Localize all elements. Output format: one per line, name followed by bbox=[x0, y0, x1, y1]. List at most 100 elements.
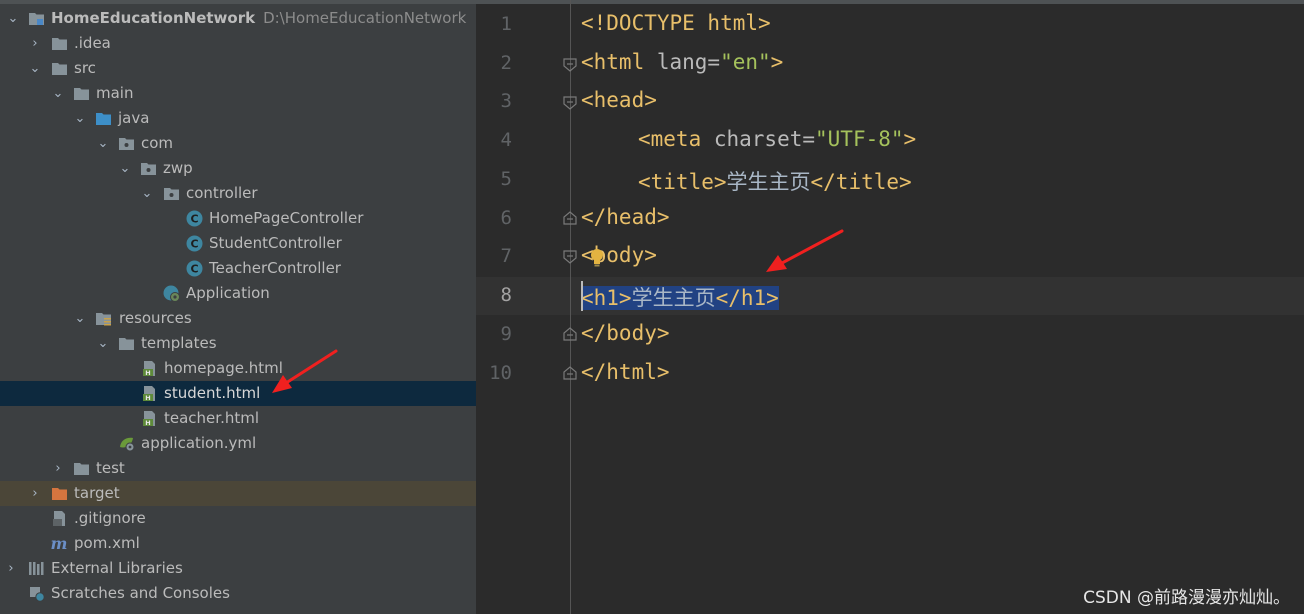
tree-item-homepage-controller[interactable]: C HomePageController bbox=[0, 206, 476, 231]
tree-item-main[interactable]: ⌄ main bbox=[0, 81, 476, 106]
chevron-down-icon[interactable]: ⌄ bbox=[96, 131, 110, 156]
chevron-down-icon[interactable]: ⌄ bbox=[51, 81, 65, 106]
doctype-tag: <!DOCTYPE html> bbox=[581, 11, 771, 35]
java-class-icon: C bbox=[186, 260, 203, 277]
tree-item-src[interactable]: ⌄ src bbox=[0, 56, 476, 81]
line-number: 7 bbox=[500, 245, 512, 267]
chevron-down-icon[interactable]: ⌄ bbox=[140, 181, 154, 206]
watermark: CSDN @前路漫漫亦灿灿。 bbox=[1083, 588, 1290, 608]
tree-item-scratches[interactable]: Scratches and Consoles bbox=[0, 581, 476, 606]
tree-label: External Libraries bbox=[51, 559, 183, 577]
folder-icon bbox=[74, 88, 89, 100]
tree-item-pom[interactable]: m pom.xml bbox=[0, 531, 476, 556]
tree-item-student-html[interactable]: H student.html bbox=[0, 381, 476, 406]
tree-item-com[interactable]: ⌄ com bbox=[0, 131, 476, 156]
tree-item-project-root[interactable]: ⌄ HomeEducationNetwork D:\HomeEducationNe… bbox=[0, 6, 476, 31]
tree-item-zwp[interactable]: ⌄ zwp bbox=[0, 156, 476, 181]
line-number: 10 bbox=[489, 362, 512, 384]
selected-text: <h1>学生主页</h1> bbox=[581, 286, 779, 310]
fold-close-icon[interactable] bbox=[563, 366, 577, 380]
svg-text:C: C bbox=[190, 263, 198, 276]
code-line-8[interactable]: <h1>学生主页</h1> bbox=[581, 282, 779, 312]
charset-attribute: charset= bbox=[701, 127, 816, 151]
chevron-right-icon[interactable]: › bbox=[51, 456, 65, 481]
line-number: 9 bbox=[500, 323, 512, 345]
h1-close-tag: </h1> bbox=[715, 286, 779, 310]
lightbulb-icon[interactable] bbox=[589, 248, 605, 268]
source-folder-icon bbox=[96, 113, 111, 125]
tree-item-java[interactable]: ⌄ java bbox=[0, 106, 476, 131]
tree-label: zwp bbox=[163, 159, 193, 177]
tag-end: > bbox=[770, 50, 784, 74]
code-line-3[interactable]: <head> bbox=[581, 88, 657, 112]
chevron-down-icon[interactable]: ⌄ bbox=[73, 106, 87, 131]
tree-label: teacher.html bbox=[164, 409, 260, 427]
project-path: D:\HomeEducationNetwork bbox=[263, 9, 467, 27]
tree-label: homepage.html bbox=[164, 359, 283, 377]
editor-top-border bbox=[476, 0, 1304, 4]
tree-item-gitignore[interactable]: .gitignore bbox=[0, 506, 476, 531]
fold-close-icon[interactable] bbox=[563, 211, 577, 225]
tree-label: controller bbox=[186, 184, 258, 202]
package-icon bbox=[141, 163, 156, 175]
resources-folder-icon bbox=[96, 313, 111, 326]
tree-item-application-yml[interactable]: application.yml bbox=[0, 431, 476, 456]
chevron-down-icon[interactable]: ⌄ bbox=[6, 6, 20, 31]
tree-item-idea[interactable]: › .idea bbox=[0, 31, 476, 56]
code-line-4[interactable]: <meta charset="UTF-8"> bbox=[638, 127, 916, 151]
tree-label: main bbox=[96, 84, 134, 102]
fold-open-icon[interactable] bbox=[563, 58, 577, 72]
tree-item-resources[interactable]: ⌄ resources bbox=[0, 306, 476, 331]
tree-label: StudentController bbox=[209, 234, 342, 252]
code-editor[interactable]: 1 2 3 4 5 6 7 8 9 10 <!DOCTYPE html> <ht… bbox=[476, 0, 1304, 614]
chevron-right-icon[interactable]: › bbox=[28, 481, 42, 506]
library-icon bbox=[29, 562, 44, 575]
tree-item-external-libraries[interactable]: › External Libraries bbox=[0, 556, 476, 581]
tree-label: resources bbox=[119, 309, 192, 327]
project-tree: ⌄ HomeEducationNetwork D:\HomeEducationNe… bbox=[0, 0, 476, 614]
fold-open-icon[interactable] bbox=[563, 96, 577, 110]
body-close-tag: </body> bbox=[581, 321, 670, 345]
line-number: 3 bbox=[500, 90, 512, 112]
tree-item-teacher-html[interactable]: H teacher.html bbox=[0, 406, 476, 431]
tree-label: pom.xml bbox=[74, 534, 140, 552]
tree-item-test[interactable]: › test bbox=[0, 456, 476, 481]
chevron-down-icon[interactable]: ⌄ bbox=[96, 331, 110, 356]
code-line-6[interactable]: </head> bbox=[581, 205, 670, 229]
tree-label: test bbox=[96, 459, 125, 477]
fold-open-icon[interactable] bbox=[563, 250, 577, 264]
module-folder-icon bbox=[29, 13, 44, 25]
chevron-down-icon[interactable]: ⌄ bbox=[118, 156, 132, 181]
chevron-down-icon[interactable]: ⌄ bbox=[28, 56, 42, 81]
tree-item-application[interactable]: Application bbox=[0, 281, 476, 306]
svg-text:m: m bbox=[51, 535, 68, 552]
chevron-right-icon[interactable]: › bbox=[28, 31, 42, 56]
code-line-2[interactable]: <html lang="en"> bbox=[581, 50, 783, 74]
title-close-tag: </title> bbox=[810, 170, 912, 194]
tree-item-templates[interactable]: ⌄ templates bbox=[0, 331, 476, 356]
tree-item-controller[interactable]: ⌄ controller bbox=[0, 181, 476, 206]
tag-end: > bbox=[903, 127, 917, 151]
code-line-1[interactable]: <!DOCTYPE html> bbox=[581, 11, 771, 35]
chevron-down-icon[interactable]: ⌄ bbox=[73, 306, 87, 331]
tree-item-teacher-controller[interactable]: C TeacherController bbox=[0, 256, 476, 281]
tree-item-student-controller[interactable]: C StudentController bbox=[0, 231, 476, 256]
head-open-tag: <head> bbox=[581, 88, 657, 112]
excluded-folder-icon bbox=[52, 488, 67, 500]
chevron-right-icon[interactable]: › bbox=[4, 556, 18, 581]
code-line-9[interactable]: </body> bbox=[581, 321, 670, 345]
code-line-5[interactable]: <title>学生主页</title> bbox=[638, 166, 912, 196]
java-class-icon: C bbox=[186, 210, 203, 227]
html-open-tag: <html bbox=[581, 50, 645, 74]
line-number: 2 bbox=[500, 52, 512, 74]
java-class-icon: C bbox=[186, 235, 203, 252]
title-open-tag: <title> bbox=[638, 170, 727, 194]
tree-label: .gitignore bbox=[74, 509, 146, 527]
tree-label: templates bbox=[141, 334, 217, 352]
tree-item-target[interactable]: › target bbox=[0, 481, 476, 506]
tree-label: target bbox=[74, 484, 120, 502]
tree-item-homepage-html[interactable]: H homepage.html bbox=[0, 356, 476, 381]
code-line-10[interactable]: </html> bbox=[581, 360, 670, 384]
fold-close-icon[interactable] bbox=[563, 327, 577, 341]
tree-label: Scratches and Consoles bbox=[51, 584, 230, 602]
